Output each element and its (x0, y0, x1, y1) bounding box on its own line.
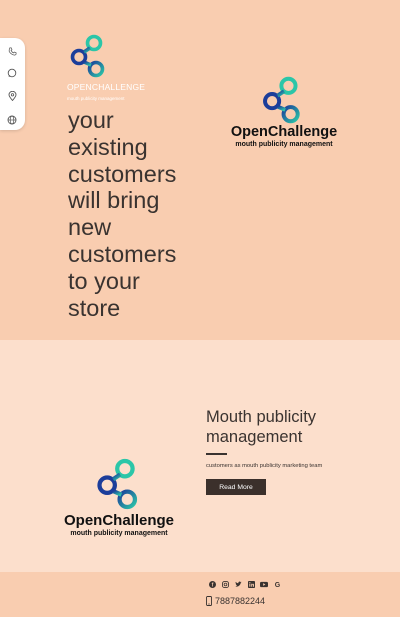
header-logo[interactable]: OPENCHALLENGE mouth publicity management (67, 34, 147, 106)
google-icon[interactable]: G (273, 580, 281, 588)
header-brand-name: OPENCHALLENGE (67, 82, 146, 92)
twitter-icon[interactable] (234, 580, 242, 588)
brand-name: OpenChallenge (230, 124, 338, 140)
mobile-phone-icon (206, 596, 212, 606)
location-pin-icon[interactable] (5, 89, 19, 103)
section-description: customers as mouth publicity marketing t… (206, 463, 323, 469)
footer: f G 7887882244 (0, 572, 400, 617)
read-more-button[interactable]: Read More (206, 479, 266, 495)
youtube-icon[interactable] (260, 580, 268, 588)
headline-line: your (68, 107, 114, 133)
globe-icon[interactable] (5, 113, 19, 127)
section-title: Mouth publicity management (206, 408, 317, 446)
phone-number: 7887882244 (215, 596, 266, 606)
facebook-icon[interactable]: f (208, 580, 216, 588)
headline-line: will bring (68, 187, 160, 214)
headline-line: store (68, 294, 121, 321)
headline-line: customers (68, 240, 177, 267)
title-divider (206, 453, 227, 455)
svg-text:G: G (274, 582, 280, 588)
header-brand-tagline: mouth publicity management (67, 96, 125, 101)
footer-phone[interactable]: 7887882244 (206, 596, 265, 606)
hero-section: OPENCHALLENGE mouth publicity management… (0, 0, 400, 340)
brand-tagline: mouth publicity management (70, 530, 168, 537)
logo-mark-icon (70, 34, 105, 78)
whatsapp-icon[interactable] (5, 66, 19, 80)
contact-sidebar (0, 38, 25, 130)
social-links: f G (208, 580, 281, 588)
brand-tagline: mouth publicity management (235, 141, 333, 148)
logo-mark-icon (263, 76, 300, 124)
instagram-icon[interactable] (221, 580, 229, 588)
headline-line: customers (68, 160, 177, 187)
hero-headline: your existing customers will bring new c… (68, 107, 208, 321)
logo-mark-icon (97, 458, 138, 510)
brand-name: OpenChallenge (63, 512, 175, 529)
svg-text:f: f (211, 582, 213, 587)
headline-line: existing (68, 133, 148, 160)
headline-line: new (68, 214, 112, 241)
linkedin-icon[interactable] (247, 580, 255, 588)
about-section: Mouth publicity management customers as … (0, 340, 400, 572)
headline-line: to your (68, 267, 140, 294)
phone-icon[interactable] (5, 44, 19, 58)
